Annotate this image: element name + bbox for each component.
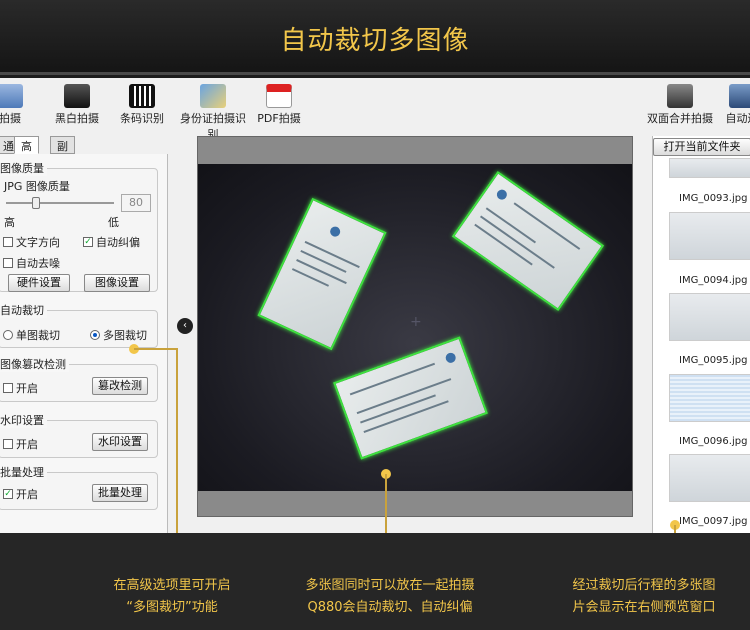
cropped-card-1 [257, 197, 387, 351]
toolbar-duplex-merge[interactable]: 双面合并拍摄 [644, 78, 716, 133]
preview-list-panel: 打开当前文件夹 IMG_0093.jpg IMG_0094.jpg IMG_00… [652, 136, 750, 533]
auto-denoise-checkbox[interactable] [3, 258, 13, 268]
tab-sub-camera[interactable]: 副摄像头 [50, 136, 75, 201]
quality-value-field[interactable]: 80 [121, 194, 151, 212]
callout-right-line2: 片会显示在右侧预览窗口 [572, 600, 716, 615]
bw-camera-icon [64, 84, 90, 108]
batch-enable-checkbox[interactable]: ✓ [3, 489, 13, 499]
jpg-quality-label: JPG 图像质量 [4, 180, 70, 193]
collapse-panel-icon[interactable]: ‹ [177, 318, 193, 334]
hardware-settings-button[interactable]: 硬件设置 [8, 274, 70, 292]
pdf-icon [266, 84, 292, 108]
toolbar-id-card[interactable]: 身份证拍摄识别 [175, 78, 251, 141]
toolbar-barcode[interactable]: 条码识别 [116, 78, 168, 133]
tamper-detect-button[interactable]: 篡改检测 [92, 377, 148, 395]
single-crop-radio[interactable] [3, 330, 13, 340]
text-direction-checkbox[interactable] [3, 237, 13, 247]
thumbnail-img-0095[interactable] [669, 293, 750, 341]
quality-slider-thumb[interactable] [32, 197, 40, 209]
toolbar-pdf-label: PDF拍摄 [257, 112, 301, 125]
image-quality-group-title: 图像质量 [0, 160, 47, 176]
toolbar-pdf[interactable]: PDF拍摄 [256, 78, 302, 133]
toolbar-capture[interactable]: 拍摄 [0, 78, 28, 133]
thumbnail-img-0096[interactable] [669, 374, 750, 422]
camera-icon [0, 84, 23, 108]
callout-left-line2: “多图裁切”功能 [126, 600, 218, 615]
tamper-enable-label: 开启 [16, 382, 38, 395]
toolbar-barcode-label: 条码识别 [120, 112, 164, 125]
thumbnail-img-0094[interactable] [669, 212, 750, 260]
crosshair-icon: + [410, 314, 422, 330]
watermark-settings-button[interactable]: 水印设置 [92, 433, 148, 451]
toolbar-auto-continuous[interactable]: 自动连 [722, 78, 750, 133]
thumbnail-label-img-0094: IMG_0094.jpg [679, 275, 748, 286]
auto-deskew-checkbox[interactable]: ✓ [83, 237, 93, 247]
batch-group-title: 批量处理 [0, 464, 47, 480]
single-crop-label: 单图裁切 [16, 329, 60, 342]
cropped-card-3 [333, 336, 488, 460]
auto-camera-icon [729, 84, 750, 108]
banner-title: 自动裁切多图像 [280, 26, 470, 56]
tab-advanced[interactable]: 高级 [14, 136, 39, 169]
callout-line-left-h [134, 348, 178, 350]
image-settings-button[interactable]: 图像设置 [84, 274, 150, 292]
duplex-icon [667, 84, 693, 108]
text-direction-label: 文字方向 [16, 236, 60, 249]
callout-left: 在高级选项里可开启 “多图裁切”功能 [62, 575, 282, 619]
callout-right-line1: 经过裁切后行程的多张图 [572, 578, 716, 593]
thumbnail-label-img-0093: IMG_0093.jpg [679, 193, 748, 204]
watermark-enable-checkbox[interactable] [3, 439, 13, 449]
toolbar-capture-label: 拍摄 [0, 112, 21, 125]
tamper-group-title: 图像篡改检测 [0, 356, 69, 372]
auto-deskew-label: 自动纠偏 [96, 236, 140, 249]
cropped-card-2 [451, 170, 605, 312]
toolbar-auto-continuous-label: 自动连 [725, 112, 750, 125]
toolbar-bw-capture[interactable]: 黑白拍摄 [50, 78, 104, 133]
auto-crop-group-title: 自动裁切 [0, 302, 47, 318]
watermark-group-title: 水印设置 [0, 412, 47, 428]
toolbar-duplex-merge-label: 双面合并拍摄 [647, 112, 713, 125]
banner: 自动裁切多图像 [0, 0, 750, 75]
camera-feed: + [198, 164, 632, 491]
watermark-enable-label: 开启 [16, 438, 38, 451]
callout-middle: 多张图同时可以放在一起拍摄 Q880会自动裁切、自动纠偏 [270, 575, 510, 619]
open-current-folder-button[interactable]: 打开当前文件夹 [653, 138, 750, 156]
tamper-enable-checkbox[interactable] [3, 383, 13, 393]
multi-crop-radio[interactable] [90, 330, 100, 340]
toolbar-bw-capture-label: 黑白拍摄 [55, 112, 99, 125]
callout-left-line1: 在高级选项里可开启 [113, 578, 231, 593]
thumbnail-label-img-0096: IMG_0096.jpg [679, 436, 748, 447]
feature-callouts: 在高级选项里可开启 “多图裁切”功能 多张图同时可以放在一起拍摄 Q880会自动… [0, 533, 750, 630]
scanner-app-window: 拍摄 黑白拍摄 条码识别 身份证拍摄识别 PDF拍摄 双面合并拍摄 自动连 通 … [0, 78, 750, 533]
id-card-icon [200, 84, 226, 108]
camera-preview: + [197, 136, 633, 517]
thumbnail-img-0093[interactable] [669, 158, 750, 178]
thumbnail-label-img-0095: IMG_0095.jpg [679, 355, 748, 366]
callout-middle-line2: Q880会自动裁切、自动纠偏 [307, 600, 473, 615]
quality-low-label: 低 [108, 216, 119, 229]
advanced-settings-panel: 图像质量 JPG 图像质量 80 高 低 文字方向 ✓ 自动纠偏 自动去噪 硬件… [0, 154, 168, 533]
batch-enable-label: 开启 [16, 488, 38, 501]
callout-middle-line1: 多张图同时可以放在一起拍摄 [305, 578, 475, 593]
multi-crop-label: 多图裁切 [103, 329, 147, 342]
qrcode-icon [129, 84, 155, 108]
quality-slider[interactable] [6, 197, 114, 209]
thumbnail-label-img-0097: IMG_0097.jpg [679, 516, 748, 527]
callout-right: 经过裁切后行程的多张图 片会显示在右侧预览窗口 [538, 575, 750, 619]
quality-high-label: 高 [4, 216, 15, 229]
batch-process-button[interactable]: 批量处理 [92, 484, 148, 502]
thumbnail-img-0097[interactable] [669, 454, 750, 502]
auto-denoise-label: 自动去噪 [16, 257, 60, 270]
